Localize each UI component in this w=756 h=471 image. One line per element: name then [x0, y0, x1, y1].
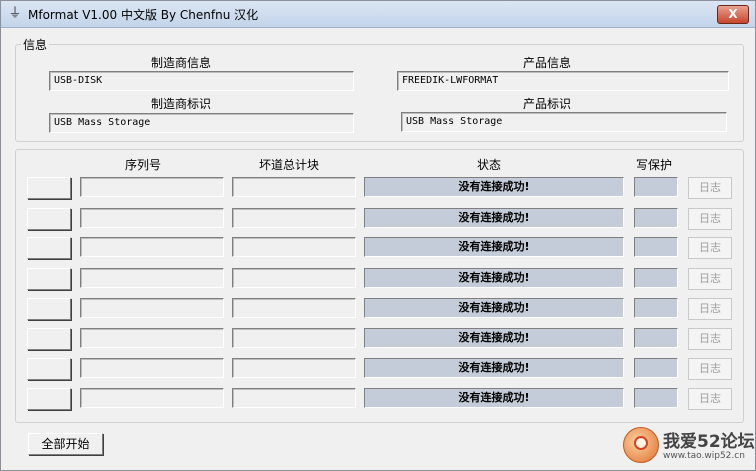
write-protect-field: [634, 177, 678, 197]
status-field: 没有连接成功!: [364, 298, 624, 318]
serial-field[interactable]: [80, 208, 224, 228]
serial-field[interactable]: [80, 388, 224, 408]
watermark-logo-icon: [623, 427, 659, 463]
serial-field[interactable]: [80, 268, 224, 288]
status-field: 没有连接成功!: [364, 177, 624, 197]
write-protect-field: [634, 298, 678, 318]
write-protect-field: [634, 358, 678, 378]
watermark-url: www.tao.wip52.cn: [663, 451, 745, 461]
bad-blocks-field[interactable]: [232, 237, 356, 257]
usb-plug-icon: ⏚: [8, 6, 22, 21]
status-field: 没有连接成功!: [364, 358, 624, 378]
bad-blocks-field[interactable]: [232, 208, 356, 228]
status-field: 没有连接成功!: [364, 237, 624, 257]
serial-column-header: 序列号: [125, 158, 162, 172]
log-button[interactable]: 日志: [688, 388, 732, 410]
bad-blocks-field[interactable]: [232, 388, 356, 408]
log-button[interactable]: 日志: [688, 298, 732, 320]
bad-blocks-field[interactable]: [232, 328, 356, 348]
status-field: 没有连接成功!: [364, 388, 624, 408]
bad-blocks-field[interactable]: [232, 298, 356, 318]
product-id-label: 产品标识: [523, 97, 572, 111]
status-field: 没有连接成功!: [364, 208, 624, 228]
log-button[interactable]: 日志: [688, 237, 732, 259]
manufacturer-info-field[interactable]: USB-DISK: [49, 71, 354, 91]
manufacturer-info-label: 制造商信息: [151, 56, 212, 70]
serial-field[interactable]: [80, 328, 224, 348]
serial-field[interactable]: [80, 298, 224, 318]
bad-blocks-column-header: 坏道总计块: [259, 158, 320, 172]
status-field: 没有连接成功!: [364, 328, 624, 348]
product-id-field[interactable]: USB Mass Storage: [401, 112, 727, 132]
info-group-label: 信息: [21, 36, 50, 53]
status-field: 没有连接成功!: [364, 268, 624, 288]
product-info-label: 产品信息: [523, 56, 572, 70]
log-button[interactable]: 日志: [688, 208, 732, 230]
log-button[interactable]: 日志: [688, 328, 732, 350]
write-protect-field: [634, 208, 678, 228]
product-info-field[interactable]: FREEDIK-LWFORMAT: [397, 71, 729, 91]
window-title: Mformat V1.00 中文版 By Chenfnu 汉化: [28, 8, 259, 22]
device-select-button[interactable]: [27, 208, 71, 230]
write-protect-field: [634, 388, 678, 408]
device-select-button[interactable]: [27, 388, 71, 410]
serial-field[interactable]: [80, 237, 224, 257]
write-protect-field: [634, 268, 678, 288]
app-window: ⏚ Mformat V1.00 中文版 By Chenfnu 汉化 X 信息 制…: [0, 0, 756, 471]
watermark: 我爱52论坛 www.tao.wip52.cn: [623, 425, 755, 470]
write-protect-column-header: 写保护: [636, 158, 673, 172]
device-select-button[interactable]: [27, 177, 71, 199]
watermark-text: 我爱52论坛: [663, 432, 755, 452]
log-button[interactable]: 日志: [688, 358, 732, 380]
device-select-button[interactable]: [27, 358, 71, 380]
write-protect-field: [634, 237, 678, 257]
bad-blocks-field[interactable]: [232, 358, 356, 378]
device-select-button[interactable]: [27, 268, 71, 290]
log-button[interactable]: 日志: [688, 268, 732, 290]
status-column-header: 状态: [477, 158, 502, 172]
manufacturer-id-label: 制造商标识: [151, 97, 212, 111]
device-select-button[interactable]: [27, 298, 71, 320]
close-button[interactable]: X: [717, 5, 749, 24]
log-button[interactable]: 日志: [688, 177, 732, 199]
device-select-button[interactable]: [27, 328, 71, 350]
serial-field[interactable]: [80, 177, 224, 197]
title-bar[interactable]: ⏚ Mformat V1.00 中文版 By Chenfnu 汉化 X: [1, 1, 755, 28]
bad-blocks-field[interactable]: [232, 268, 356, 288]
write-protect-field: [634, 328, 678, 348]
device-select-button[interactable]: [27, 237, 71, 259]
manufacturer-id-field[interactable]: USB Mass Storage: [49, 113, 354, 133]
serial-field[interactable]: [80, 358, 224, 378]
bad-blocks-field[interactable]: [232, 177, 356, 197]
start-all-button[interactable]: 全部开始: [28, 433, 103, 455]
